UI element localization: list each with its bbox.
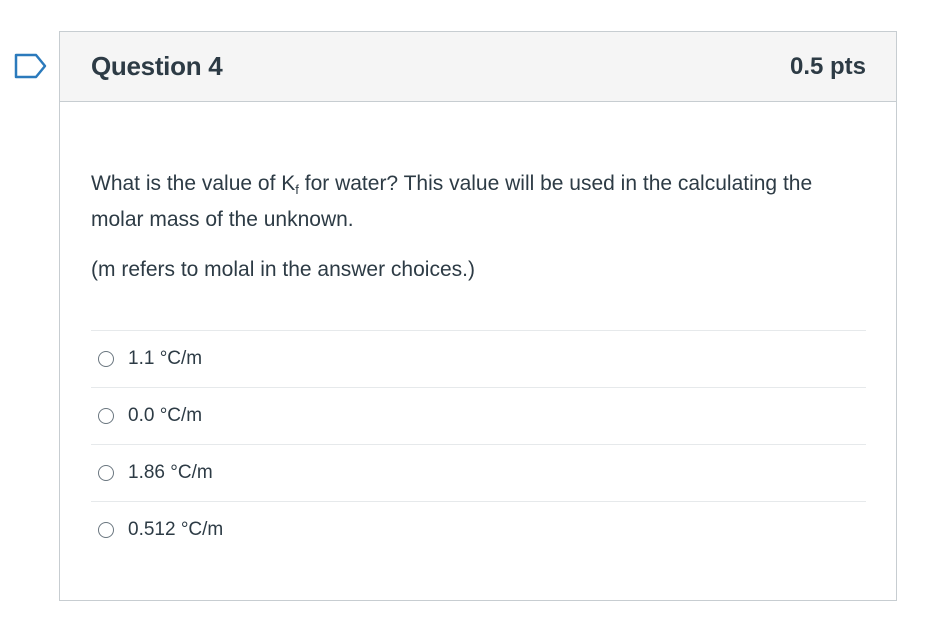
answer-option-4[interactable]: 0.512 °C/m (91, 502, 866, 558)
question-card: Question 4 0.5 pts What is the value of … (59, 31, 897, 601)
answer-list: 1.1 °C/m 0.0 °C/m 1.86 °C/m 0.512 °C/m (91, 330, 866, 558)
answer-label[interactable]: 1.1 °C/m (128, 348, 202, 370)
question-text: What is the value of Kf for water? This … (91, 166, 866, 238)
question-points: 0.5 pts (789, 52, 866, 80)
answer-label[interactable]: 1.86 °C/m (128, 462, 213, 484)
question-body: What is the value of Kf for water? This … (60, 166, 896, 558)
question-title: Question 4 (91, 51, 223, 81)
answer-label[interactable]: 0.0 °C/m (128, 405, 202, 427)
radio-unselected-icon[interactable] (98, 522, 114, 538)
question-text-start: What is the value of K (91, 172, 296, 195)
radio-unselected-icon[interactable] (98, 408, 114, 424)
answer-label[interactable]: 0.512 °C/m (128, 519, 223, 541)
question-note: (m refers to molal in the answer choices… (91, 258, 475, 281)
answer-option-3[interactable]: 1.86 °C/m (91, 445, 866, 502)
radio-unselected-icon[interactable] (98, 351, 114, 367)
answer-option-2[interactable]: 0.0 °C/m (91, 388, 866, 445)
question-header: Question 4 0.5 pts (60, 32, 896, 102)
flag-question-icon[interactable] (14, 53, 48, 79)
radio-unselected-icon[interactable] (98, 465, 114, 481)
answer-option-1[interactable]: 1.1 °C/m (91, 331, 866, 388)
